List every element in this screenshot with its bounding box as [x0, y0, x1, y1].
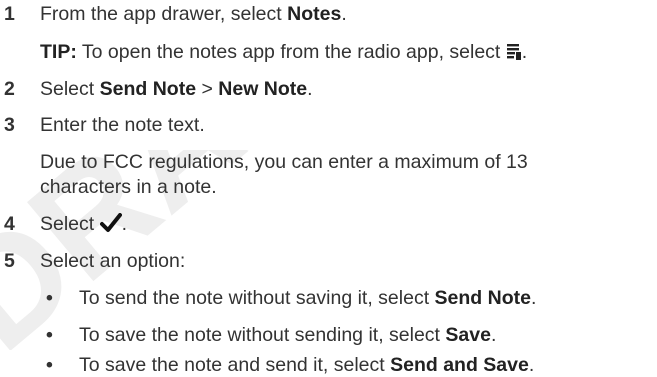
step-number: 3: [4, 114, 15, 136]
option-text-post: .: [490, 324, 497, 346]
note-text: Due to FCC regulations, you can enter a …: [40, 151, 528, 173]
step-bold-term: Notes: [287, 3, 342, 25]
step-text-post: .: [341, 3, 347, 25]
step-text-post: .: [307, 78, 313, 100]
step-text: Select .: [40, 212, 127, 239]
step-number: 4: [4, 213, 15, 235]
option-bold-term: Save: [445, 324, 491, 346]
option-text: To send the note without saving it, sele…: [79, 286, 536, 310]
step-text-pre: Select: [40, 213, 100, 235]
step-text: Enter the note text.: [40, 114, 205, 136]
note-text: characters in a note.: [40, 176, 217, 198]
tip-body: To open the notes app from the radio app…: [76, 41, 506, 63]
option-text: To save the note without sending it, sel…: [79, 323, 496, 347]
option-text-pre: To send the note without saving it, sele…: [79, 287, 435, 309]
step-separator: >: [196, 78, 219, 100]
bullet: •: [46, 324, 53, 346]
bullet: •: [46, 287, 53, 309]
step-text: From the app drawer, select Notes.: [40, 2, 347, 26]
option-bold-term: Send Note: [434, 287, 531, 309]
checkmark-icon: [99, 213, 122, 239]
option-bold-term: Send and Save: [390, 354, 529, 376]
option-text-post: .: [530, 287, 537, 309]
option-text-post: .: [528, 354, 535, 376]
tip-label: TIP:: [40, 41, 77, 63]
tip-text: TIP: To open the notes app from the radi…: [40, 40, 527, 67]
option-text: To save the note and send it, select Sen…: [79, 353, 534, 377]
option-text-pre: To save the note without sending it, sel…: [79, 324, 446, 346]
step-number: 1: [4, 3, 15, 25]
notes-app-icon: [506, 43, 522, 67]
option-text-pre: To save the note and send it, select: [79, 354, 391, 376]
step-number: 2: [4, 78, 15, 100]
step-text-pre: Select: [40, 78, 100, 100]
step-text-post: .: [121, 213, 128, 235]
tip-post: .: [521, 41, 528, 63]
step-text-pre: From the app drawer, select: [40, 3, 288, 25]
bullet: •: [46, 354, 53, 376]
step-bold-term: Send Note: [99, 78, 197, 100]
step-bold-term: New Note: [218, 78, 308, 100]
step-number: 5: [4, 250, 15, 272]
step-text: Select an option:: [40, 250, 186, 272]
step-text: Select Send Note > New Note.: [40, 77, 313, 101]
